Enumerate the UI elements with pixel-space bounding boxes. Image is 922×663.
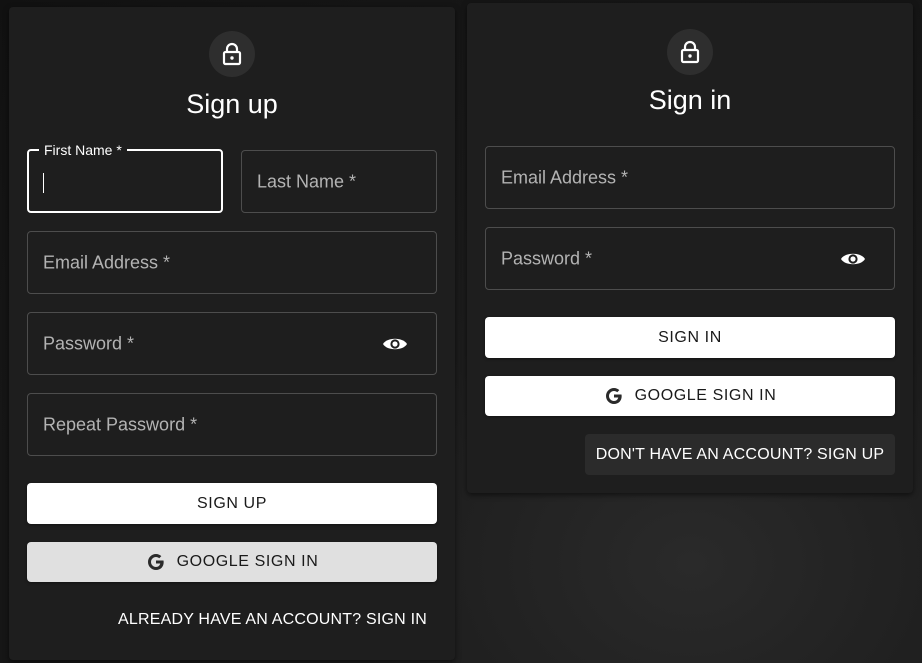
dont-have-account-link[interactable]: DON'T HAVE AN ACCOUNT? SIGN UP: [585, 434, 895, 475]
signup-email-label: Email Address *: [43, 252, 171, 272]
signup-avatar: [209, 31, 255, 77]
signup-card: Sign up First Name * Last Name * Email A…: [9, 7, 455, 660]
repeat-password-label: Repeat Password *: [43, 414, 198, 434]
lock-icon: [222, 42, 242, 66]
signin-google-sign-in-button[interactable]: GOOGLE SIGN IN: [485, 376, 895, 416]
signup-google-sign-in-button[interactable]: GOOGLE SIGN IN: [27, 542, 437, 582]
repeat-password-field[interactable]: Repeat Password *: [27, 393, 437, 456]
signup-title: Sign up: [186, 89, 278, 119]
google-icon: [605, 388, 622, 404]
show-password-eye-icon[interactable]: [382, 334, 408, 354]
signin-google-label: GOOGLE SIGN IN: [634, 387, 777, 404]
first-name-field[interactable]: First Name *: [27, 142, 223, 213]
signin-card: Sign in Email Address * Password * SIGN …: [467, 3, 913, 493]
signin-password-label: Password *: [501, 248, 593, 268]
lock-icon: [680, 40, 700, 64]
sign-up-button[interactable]: SIGN UP: [27, 483, 437, 524]
signup-password-field[interactable]: Password *: [27, 312, 437, 375]
signup-password-label: Password *: [43, 333, 135, 353]
page-background: Sign up First Name * Last Name * Email A…: [0, 0, 922, 663]
signin-avatar: [667, 29, 713, 75]
text-caret: [43, 173, 44, 193]
last-name-field[interactable]: Last Name *: [241, 150, 437, 213]
first-name-label: First Name *: [39, 142, 127, 158]
show-password-eye-icon[interactable]: [840, 249, 866, 269]
signin-email-field[interactable]: Email Address *: [485, 146, 895, 209]
already-have-account-link[interactable]: ALREADY HAVE AN ACCOUNT? SIGN IN: [118, 611, 427, 629]
signin-password-field[interactable]: Password *: [485, 227, 895, 290]
signup-google-label: GOOGLE SIGN IN: [176, 553, 319, 570]
google-icon: [147, 554, 164, 570]
signup-email-field[interactable]: Email Address *: [27, 231, 437, 294]
last-name-label: Last Name *: [257, 171, 357, 191]
signin-title: Sign in: [648, 85, 732, 115]
signin-email-label: Email Address *: [501, 167, 629, 187]
sign-in-button[interactable]: SIGN IN: [485, 317, 895, 358]
